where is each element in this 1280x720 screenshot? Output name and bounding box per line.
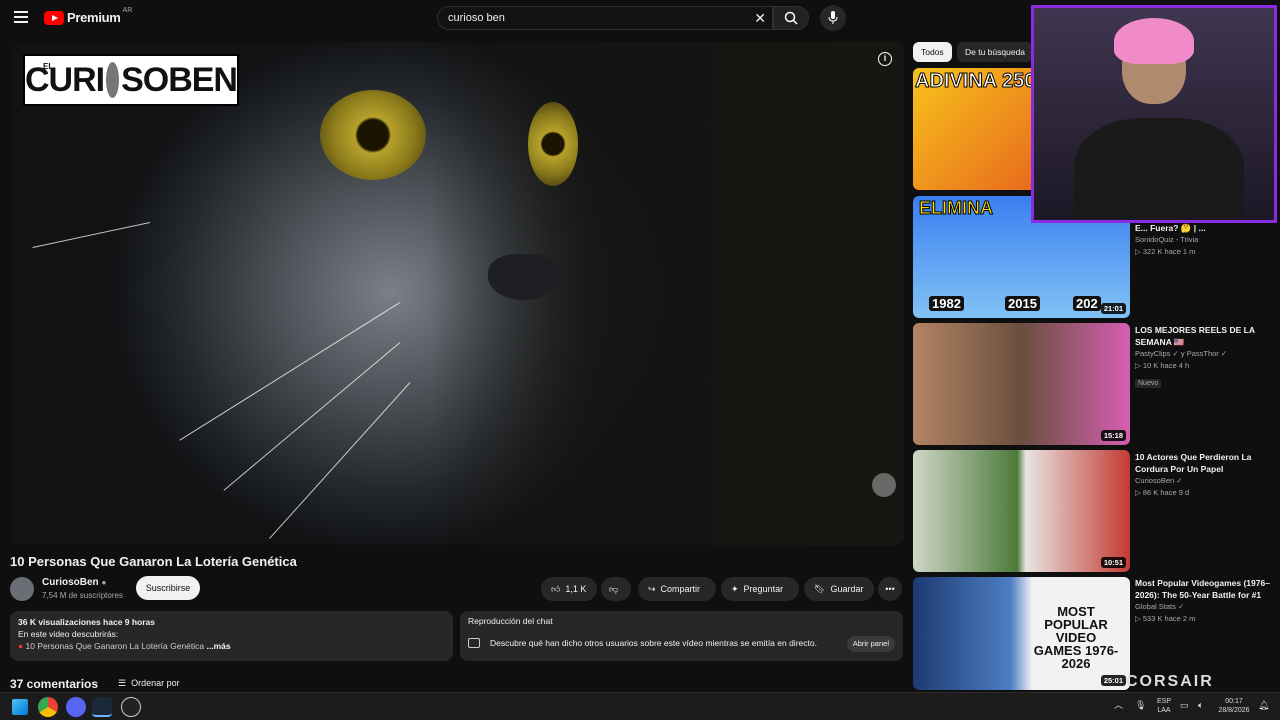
channel-brand-logo: EL CURI SOBEN (23, 54, 239, 106)
sort-button[interactable]: ☰ Ordenar por (118, 678, 180, 689)
chip-from-search[interactable]: De tu búsqueda (957, 42, 1034, 62)
chip-all[interactable]: Todos (913, 42, 952, 62)
description-line: ● 10 Personas Que Ganaron La Lotería Gen… (18, 641, 231, 651)
chat-replay-box: Reproducción del chat Descubre qué han d… (460, 611, 903, 661)
share-button[interactable]: ↪ Compartir (638, 577, 716, 601)
video-duration: 10:51 (1100, 557, 1126, 568)
sparkle-icon: ✦ (731, 584, 739, 594)
more-icon: ••• (885, 584, 895, 594)
description-stats: 36 K visualizaciones hace 9 horas (18, 617, 156, 627)
dislike-button[interactable]: 👎︎ (601, 577, 631, 601)
thumbs-down-icon: 👎︎ (609, 584, 619, 594)
notifications-icon[interactable]: 🔔︎ (1258, 701, 1269, 710)
discord-icon[interactable] (66, 697, 86, 717)
video-player[interactable]: EL CURI SOBEN i (10, 42, 904, 545)
description-line: En este video descubrirás: (18, 629, 119, 639)
chat-icon (468, 638, 480, 648)
search-icon (784, 11, 798, 25)
sort-icon: ☰ (118, 678, 127, 688)
channel-watermark-icon[interactable] (872, 473, 896, 497)
show-more-link[interactable]: ...más (207, 641, 231, 651)
video-info[interactable]: LOS MEJORES REELS DE LA SEMANA 🇺🇸 PastyC… (1135, 324, 1275, 390)
video-info[interactable]: Most Popular Videogames (1976–2026): The… (1135, 577, 1275, 625)
cat-eye-left (320, 90, 426, 180)
info-icon[interactable]: i (878, 52, 892, 66)
search-button[interactable] (773, 6, 809, 30)
volume-icon[interactable]: 🔈︎ (1198, 701, 1203, 710)
chrome-icon[interactable] (38, 697, 58, 717)
open-panel-button[interactable]: Abrir panel (846, 636, 895, 652)
windows-start-icon[interactable] (12, 699, 28, 715)
streamer-webcam (1031, 5, 1277, 223)
more-actions-button[interactable]: ••• (878, 577, 902, 601)
video-info[interactable]: E... Fuera? 🤔 | ... SonidoQuiz - Trivia … (1135, 222, 1275, 258)
voice-search-button[interactable] (820, 5, 846, 31)
cat-eye-right (528, 102, 578, 186)
language-indicator[interactable]: ESP LAA (1152, 697, 1176, 715)
comment-count: 37 comentarios (10, 677, 99, 691)
subscriber-count: 7,54 M de suscriptores (42, 591, 123, 600)
clock[interactable]: 00:17 28/8/2026 (1214, 697, 1254, 715)
video-thumbnail[interactable]: 15:18 (913, 323, 1130, 445)
close-icon[interactable]: ✕ (754, 10, 766, 27)
microphone-icon (828, 11, 838, 24)
tray-chevron-icon[interactable]: ︿ (1114, 701, 1123, 710)
cat-head-icon (106, 62, 120, 98)
logo-text: Premium (67, 10, 121, 25)
bookmark-icon: 🔖︎ (814, 584, 826, 594)
channel-avatar[interactable] (10, 577, 34, 601)
logo-region: AR (122, 7, 133, 14)
app-icon[interactable] (121, 697, 141, 717)
search-input[interactable]: curioso ben ✕ (437, 6, 773, 30)
video-info[interactable]: 10 Actores Que Perdieron La Cordura Por … (1135, 451, 1275, 499)
ask-button[interactable]: ✦ Preguntar (721, 577, 799, 601)
steam-icon[interactable] (92, 697, 112, 717)
youtube-play-icon (44, 10, 64, 25)
chat-replay-text: Descubre qué han dicho otros usuarios so… (490, 638, 817, 648)
video-thumbnail[interactable]: 10:51 (913, 450, 1130, 572)
video-duration: 15:18 (1100, 430, 1126, 441)
description-box[interactable]: 36 K visualizaciones hace 9 horas En est… (10, 611, 453, 661)
channel-name[interactable]: CuriosoBen ● (42, 577, 106, 588)
cat-nose (488, 254, 560, 300)
video-thumbnail[interactable]: MOST POPULAR VIDEO GAMES 1976-2026 25:01 (913, 577, 1130, 690)
new-badge: Nuevo (1135, 379, 1162, 388)
network-icon[interactable]: ▭ (1180, 701, 1189, 710)
hamburger-icon[interactable] (14, 11, 28, 23)
corsair-logo: CORSAIR (1126, 673, 1214, 690)
like-button[interactable]: 👍︎ 1,1 K (541, 577, 597, 601)
video-duration: 21:01 (1100, 303, 1126, 314)
youtube-logo[interactable]: Premium AR (44, 7, 133, 25)
search-value: curioso ben (448, 12, 505, 24)
taskbar: ︿ ESP LAA 🎙︎ ▭ 🔈︎ 00:17 28/8/2026 🔔︎ (0, 692, 1280, 720)
save-button[interactable]: 🔖︎ Guardar (804, 577, 874, 601)
chat-replay-title: Reproducción del chat (468, 616, 553, 626)
share-icon: ↪ (648, 584, 656, 594)
video-duration: 25:01 (1100, 675, 1126, 686)
thumbs-up-icon: 👍︎ (551, 584, 561, 594)
subscribe-button[interactable]: Suscribirse (136, 576, 200, 600)
mic-tray-icon[interactable]: 🎙︎ (1135, 701, 1146, 710)
video-title: 10 Personas Que Ganaron La Lotería Genét… (10, 554, 297, 569)
